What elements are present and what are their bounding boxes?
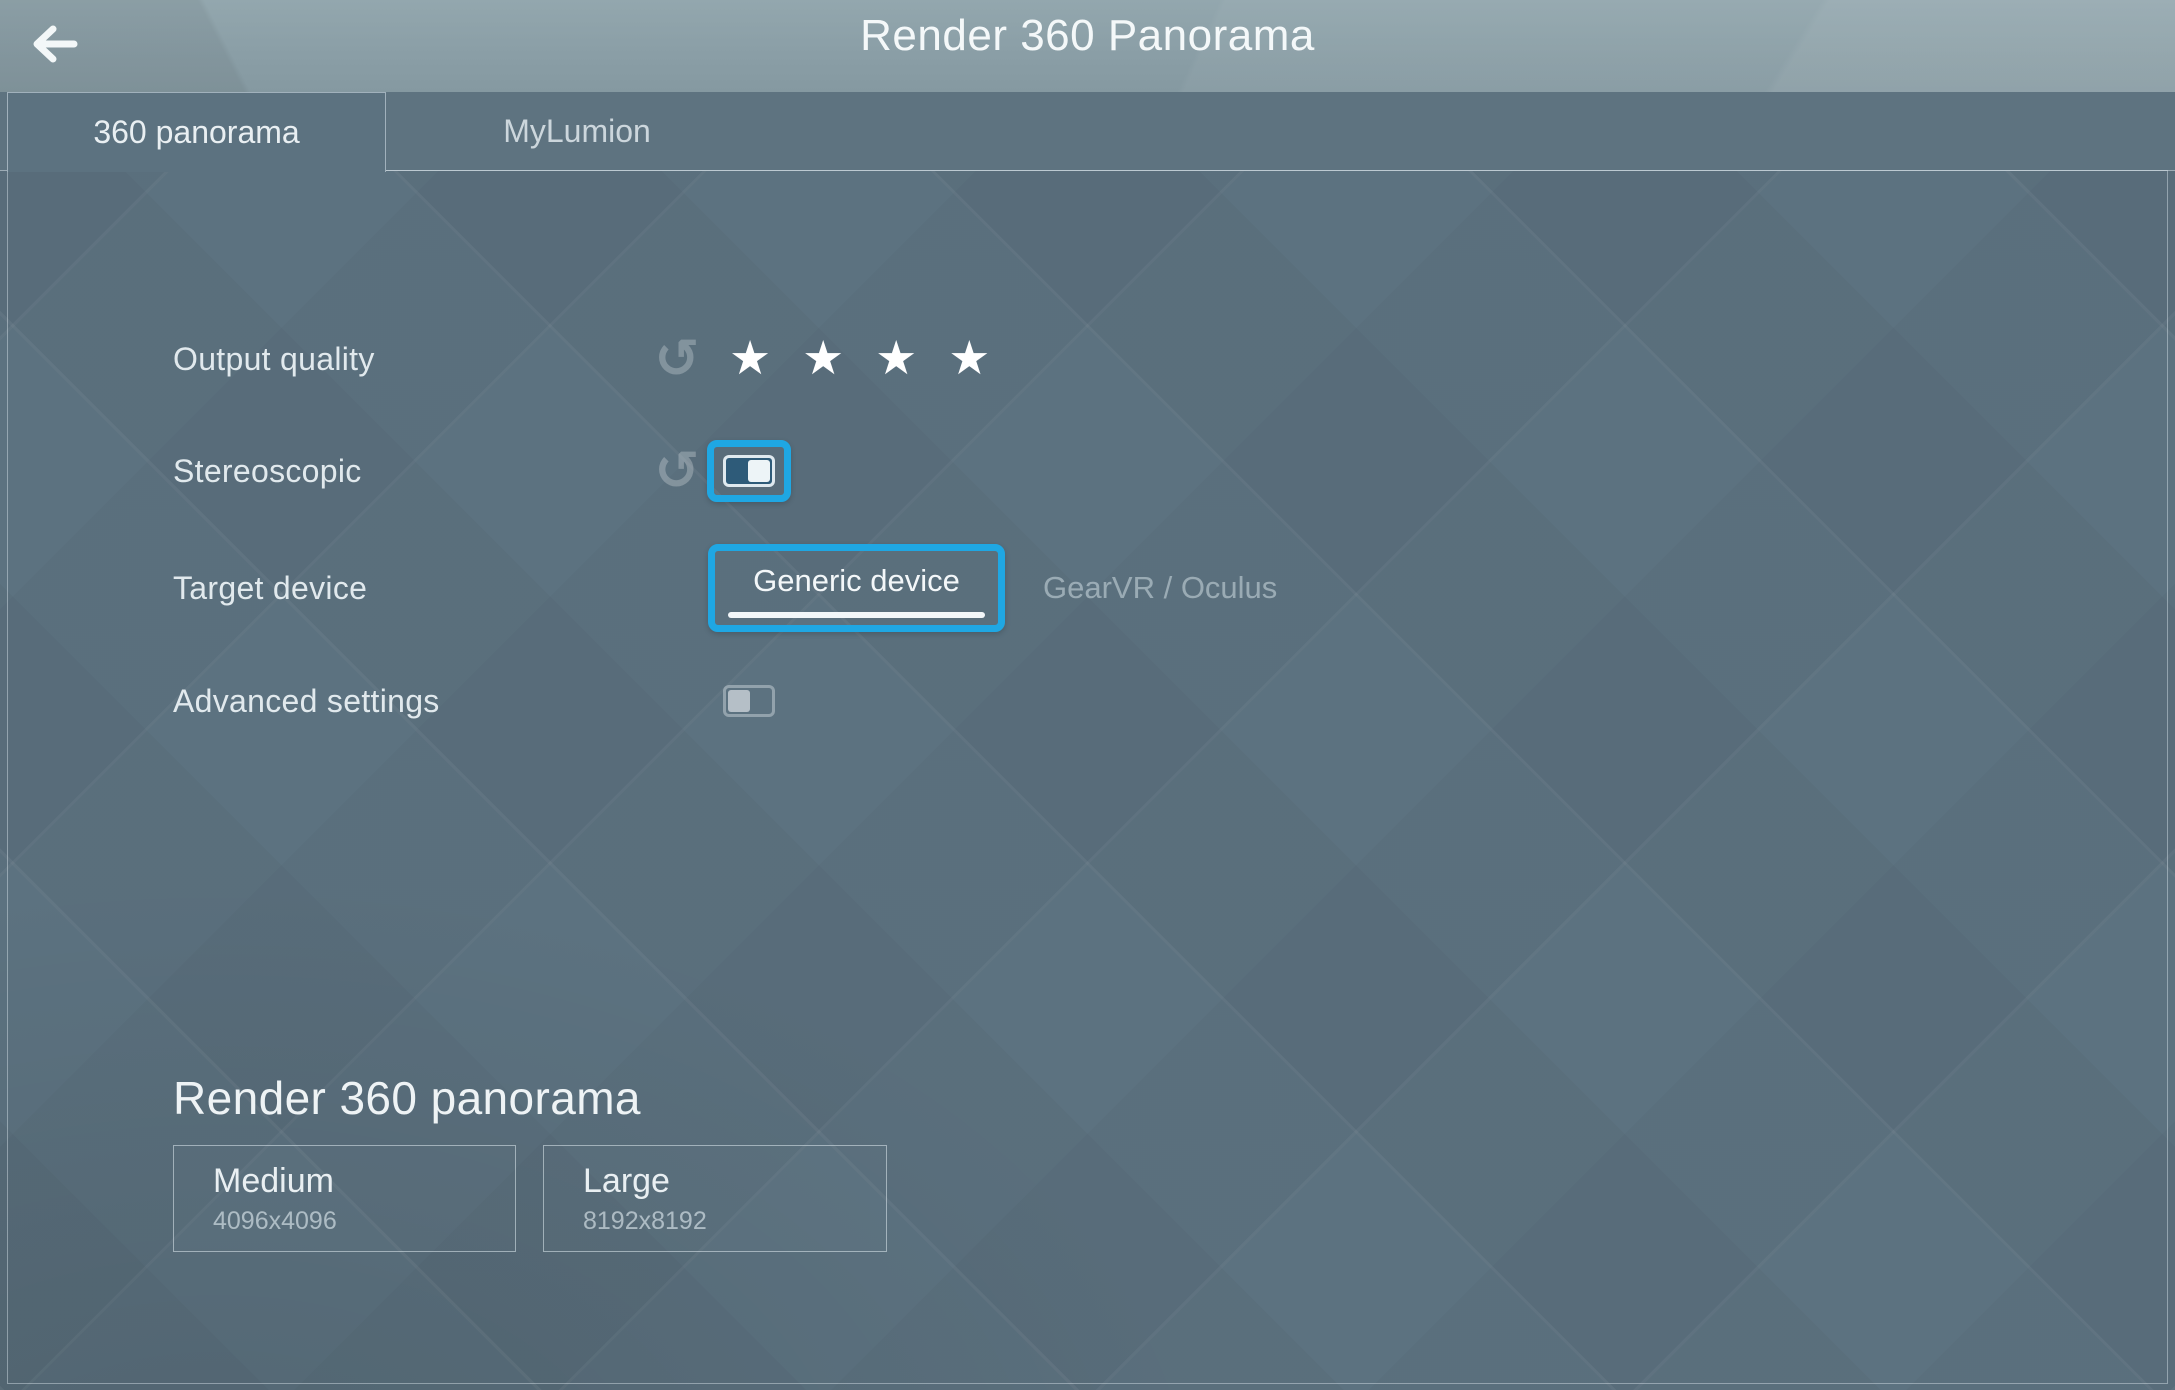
- selected-option-underline: [728, 612, 985, 618]
- target-device-label: Target device: [173, 570, 653, 607]
- render-medium-resolution: 4096x4096: [213, 1207, 515, 1236]
- advanced-settings-row: Advanced settings: [173, 656, 775, 746]
- render-section-heading: Render 360 panorama: [173, 1071, 641, 1125]
- output-quality-stars[interactable]: ★ ★ ★ ★: [729, 329, 998, 389]
- reset-stereoscopic-icon[interactable]: ↺: [653, 447, 701, 495]
- tab-360-panorama[interactable]: 360 panorama: [7, 92, 386, 172]
- reset-output-quality-icon[interactable]: ↺: [653, 335, 701, 383]
- arrow-left-icon: [28, 23, 80, 65]
- render-medium-button[interactable]: Medium 4096x4096: [173, 1145, 516, 1252]
- target-device-option-gearvr[interactable]: GearVR / Oculus: [1043, 570, 1277, 606]
- stereoscopic-toggle[interactable]: [707, 440, 791, 502]
- output-quality-label: Output quality: [173, 341, 653, 378]
- tab-360-panorama-label: 360 panorama: [93, 114, 299, 151]
- tab-mylumion-label: MyLumion: [503, 113, 651, 150]
- render-large-button[interactable]: Large 8192x8192: [543, 1145, 887, 1252]
- stereoscopic-toggle-switch-icon: [723, 455, 775, 487]
- content-panel: Output quality ↺ ★ ★ ★ ★ Stereoscopic ↺ …: [7, 170, 2168, 1384]
- render-large-label: Large: [583, 1162, 886, 1201]
- output-quality-row: Output quality ↺ ★ ★ ★ ★: [173, 314, 998, 404]
- target-device-selected-label: Generic device: [753, 563, 960, 599]
- advanced-settings-toggle[interactable]: [723, 685, 775, 717]
- render-360-panorama-dialog: Render 360 Panorama 360 panorama MyLumio…: [0, 0, 2175, 1390]
- target-device-option-generic[interactable]: Generic device: [708, 544, 1005, 632]
- stereoscopic-label: Stereoscopic: [173, 453, 653, 490]
- target-device-row: Target device Generic device GearVR / Oc…: [173, 543, 1277, 633]
- toggle-knob: [728, 690, 750, 712]
- tab-mylumion[interactable]: MyLumion: [386, 92, 768, 171]
- dialog-title: Render 360 Panorama: [0, 0, 2175, 72]
- advanced-settings-label: Advanced settings: [173, 683, 653, 720]
- back-button[interactable]: [20, 12, 88, 76]
- dialog-header: Render 360 Panorama: [0, 0, 2175, 92]
- stereoscopic-row: Stereoscopic ↺: [173, 426, 791, 516]
- render-medium-label: Medium: [213, 1162, 515, 1201]
- render-large-resolution: 8192x8192: [583, 1207, 886, 1236]
- toggle-knob: [748, 460, 770, 482]
